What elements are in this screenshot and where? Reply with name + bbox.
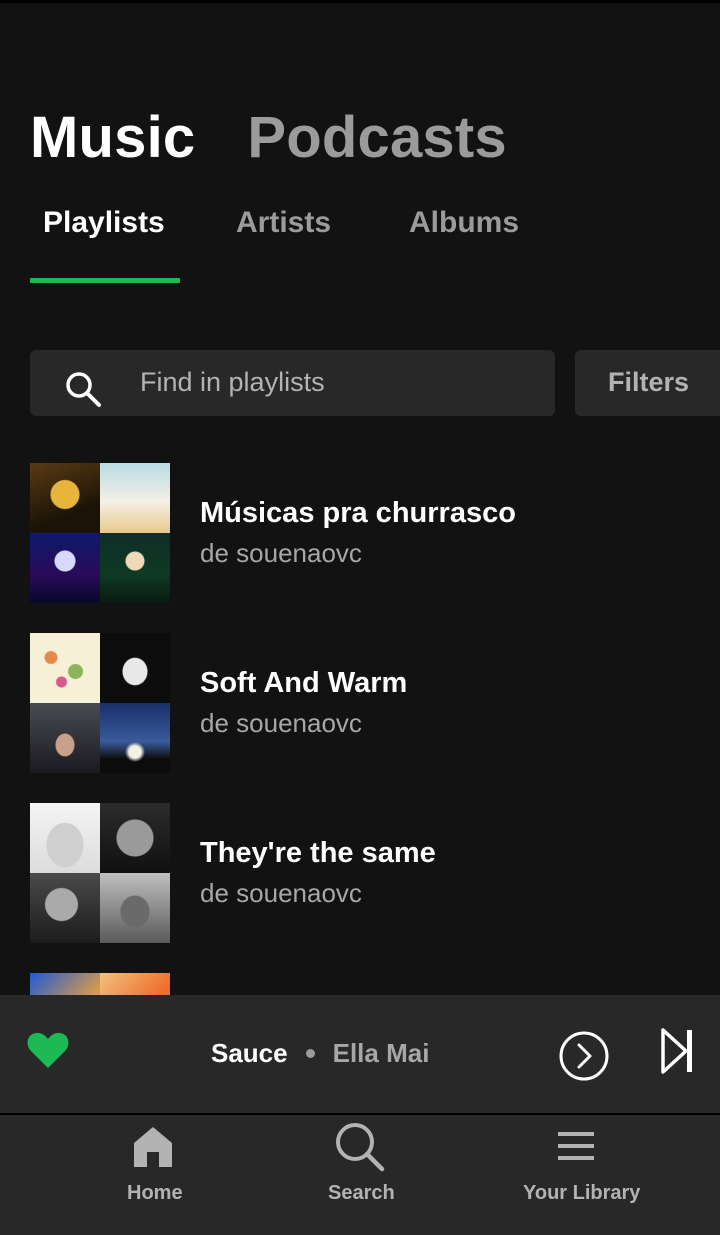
album-cover <box>30 973 100 995</box>
album-cover <box>30 703 100 773</box>
nav-search[interactable]: Search <box>308 1115 410 1235</box>
playlist-title: Músicas pra churrasco <box>200 497 516 529</box>
search-icon <box>336 1123 385 1172</box>
list-item[interactable] <box>30 973 720 995</box>
album-cover <box>100 703 170 773</box>
tab-artists[interactable]: Artists <box>236 206 331 240</box>
now-playing-bar[interactable]: Sauce Ella Mai <box>0 995 720 1113</box>
album-cover <box>30 463 100 533</box>
nav-your-library[interactable]: Your Library <box>502 1115 652 1235</box>
playlist-cover-mosaic <box>30 803 170 943</box>
skip-next-icon[interactable] <box>660 1028 694 1074</box>
search-icon <box>66 372 101 407</box>
nav-library-label: Your Library <box>523 1182 641 1204</box>
track-title: Sauce <box>211 1038 288 1068</box>
album-cover <box>100 463 170 533</box>
album-cover <box>30 873 100 943</box>
connect-device-icon[interactable] <box>558 1030 610 1082</box>
list-item[interactable]: Músicas pra churrasco de souenaovc <box>30 463 720 603</box>
playlist-owner: de souenaovc <box>200 538 362 568</box>
search-placeholder: Find in playlists <box>140 367 325 397</box>
list-item[interactable]: They're the same de souenaovc <box>30 803 720 943</box>
album-cover <box>100 803 170 873</box>
tab-podcasts[interactable]: Podcasts <box>247 104 507 171</box>
list-item[interactable]: Soft And Warm de souenaovc <box>30 633 720 773</box>
filters-label: Filters <box>608 367 690 397</box>
album-cover <box>100 873 170 943</box>
album-cover <box>30 533 100 603</box>
nav-home-label: Home <box>127 1182 183 1204</box>
section-tabs: Music Podcasts <box>30 104 507 171</box>
album-cover <box>100 533 170 603</box>
album-cover <box>30 803 100 873</box>
playlist-owner: de souenaovc <box>200 878 362 908</box>
bottom-navigation: Home Search Your Library <box>0 1115 720 1235</box>
playlist-title: Soft And Warm <box>200 667 408 699</box>
status-bar <box>0 0 720 3</box>
tab-albums[interactable]: Albums <box>409 206 519 240</box>
heart-icon[interactable] <box>26 1030 70 1070</box>
album-cover <box>100 633 170 703</box>
playlist-cover-mosaic <box>30 633 170 773</box>
home-icon <box>134 1127 172 1167</box>
playlist-cover-mosaic <box>30 463 170 603</box>
playlist-cover-mosaic <box>30 973 170 995</box>
tab-playlists[interactable]: Playlists <box>43 206 165 240</box>
separator-dot <box>305 1048 315 1058</box>
tab-music[interactable]: Music <box>30 104 195 171</box>
album-cover <box>30 633 100 703</box>
library-icon <box>558 1132 594 1160</box>
find-in-playlists-search[interactable]: Find in playlists <box>30 350 555 416</box>
playlist-list: Músicas pra churrasco de souenaovc Soft … <box>30 463 720 995</box>
album-cover <box>100 973 170 995</box>
playlist-owner: de souenaovc <box>200 708 362 738</box>
nav-home[interactable]: Home <box>100 1115 206 1235</box>
track-artist: Ella Mai <box>332 1038 430 1068</box>
nav-search-label: Search <box>328 1182 395 1204</box>
library-sub-tabs: Playlists Artists Albums <box>30 206 630 286</box>
filters-button[interactable]: Filters <box>575 350 720 416</box>
now-playing-info: Sauce Ella Mai <box>211 1038 429 1069</box>
playlist-title: They're the same <box>200 837 436 869</box>
active-tab-indicator <box>30 278 180 283</box>
